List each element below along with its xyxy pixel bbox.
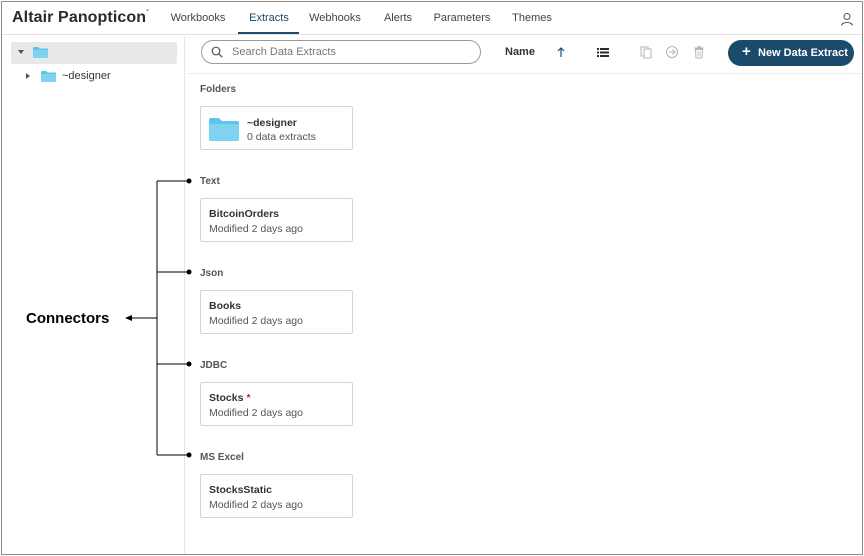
- connectors-annotation-label: Connectors: [26, 310, 110, 327]
- extract-card-modified: Modified 2 days ago: [209, 223, 303, 235]
- section-msexcel: MS Excel: [200, 452, 244, 463]
- search-input[interactable]: [232, 44, 472, 60]
- folder-icon: [41, 71, 56, 82]
- trash-icon[interactable]: [692, 45, 706, 59]
- folder-card-designer[interactable]: ~designer 0 data extracts: [200, 106, 353, 150]
- search-box: [201, 40, 481, 64]
- extract-card-stocks[interactable]: Stocks * Modified 2 days ago: [200, 382, 353, 426]
- extract-card-title: BitcoinOrders: [209, 208, 280, 220]
- folder-icon: [209, 118, 239, 141]
- app-logo: Altair Panopticon°: [12, 9, 149, 27]
- active-tab-indicator: [238, 32, 299, 34]
- section-jdbc: JDBC: [200, 360, 228, 371]
- tab-parameters[interactable]: Parameters: [432, 2, 492, 35]
- plus-icon: +: [742, 43, 751, 60]
- tab-extracts[interactable]: Extracts: [241, 2, 297, 35]
- extract-card-modified: Modified 2 days ago: [209, 315, 303, 327]
- chevron-down-icon[interactable]: [18, 50, 24, 54]
- tab-alerts[interactable]: Alerts: [381, 2, 415, 35]
- sort-field-label[interactable]: Name: [505, 46, 535, 58]
- section-folders: Folders: [200, 84, 237, 95]
- tab-themes[interactable]: Themes: [510, 2, 554, 35]
- extract-card-bitcoinorders[interactable]: BitcoinOrders Modified 2 days ago: [200, 198, 353, 242]
- tree-item-designer[interactable]: ~designer: [26, 69, 166, 85]
- brand-name: Altair Panopticon: [12, 9, 147, 26]
- search-icon: [211, 46, 223, 58]
- tab-workbooks[interactable]: Workbooks: [170, 2, 226, 35]
- new-data-extract-label: New Data Extract: [758, 47, 848, 59]
- move-icon[interactable]: [665, 45, 679, 59]
- copy-icon[interactable]: [639, 45, 653, 59]
- extract-card-modified: Modified 2 days ago: [209, 499, 303, 511]
- new-data-extract-button[interactable]: + New Data Extract: [728, 40, 854, 66]
- extract-card-title: StocksStatic: [209, 484, 273, 496]
- extract-card-stocksstatic[interactable]: StocksStatic Modified 2 days ago: [200, 474, 353, 518]
- extract-card-title: Stocks: [209, 392, 244, 404]
- folder-tree-sidebar: ~designer: [2, 36, 185, 554]
- sort-ascending-icon[interactable]: [554, 45, 568, 59]
- tab-webhooks[interactable]: Webhooks: [308, 2, 362, 35]
- folder-card-title: ~designer: [247, 117, 297, 129]
- tree-root-item[interactable]: [11, 42, 177, 64]
- extract-card-modified: Modified 2 days ago: [209, 407, 303, 419]
- section-json: Json: [200, 268, 224, 279]
- brand-mark: °: [146, 9, 150, 16]
- chevron-right-icon[interactable]: [26, 73, 30, 79]
- extract-card-books[interactable]: Books Modified 2 days ago: [200, 290, 353, 334]
- folder-icon: [33, 47, 48, 58]
- folder-card-count: 0 data extracts: [247, 131, 316, 143]
- section-text: Text: [200, 176, 220, 187]
- list-view-icon[interactable]: [596, 45, 610, 59]
- tree-item-label: ~designer: [62, 70, 111, 82]
- extract-card-title-wrap: Stocks *: [209, 392, 251, 404]
- app-window: Altair Panopticon° Workbooks Extracts We…: [1, 1, 863, 555]
- top-navigation-bar: Altair Panopticon° Workbooks Extracts We…: [2, 2, 862, 35]
- user-icon[interactable]: [840, 12, 854, 26]
- extract-card-title: Books: [209, 300, 242, 312]
- unsaved-marker: *: [246, 392, 251, 404]
- extracts-toolbar: Name + New Data Extract: [186, 36, 862, 74]
